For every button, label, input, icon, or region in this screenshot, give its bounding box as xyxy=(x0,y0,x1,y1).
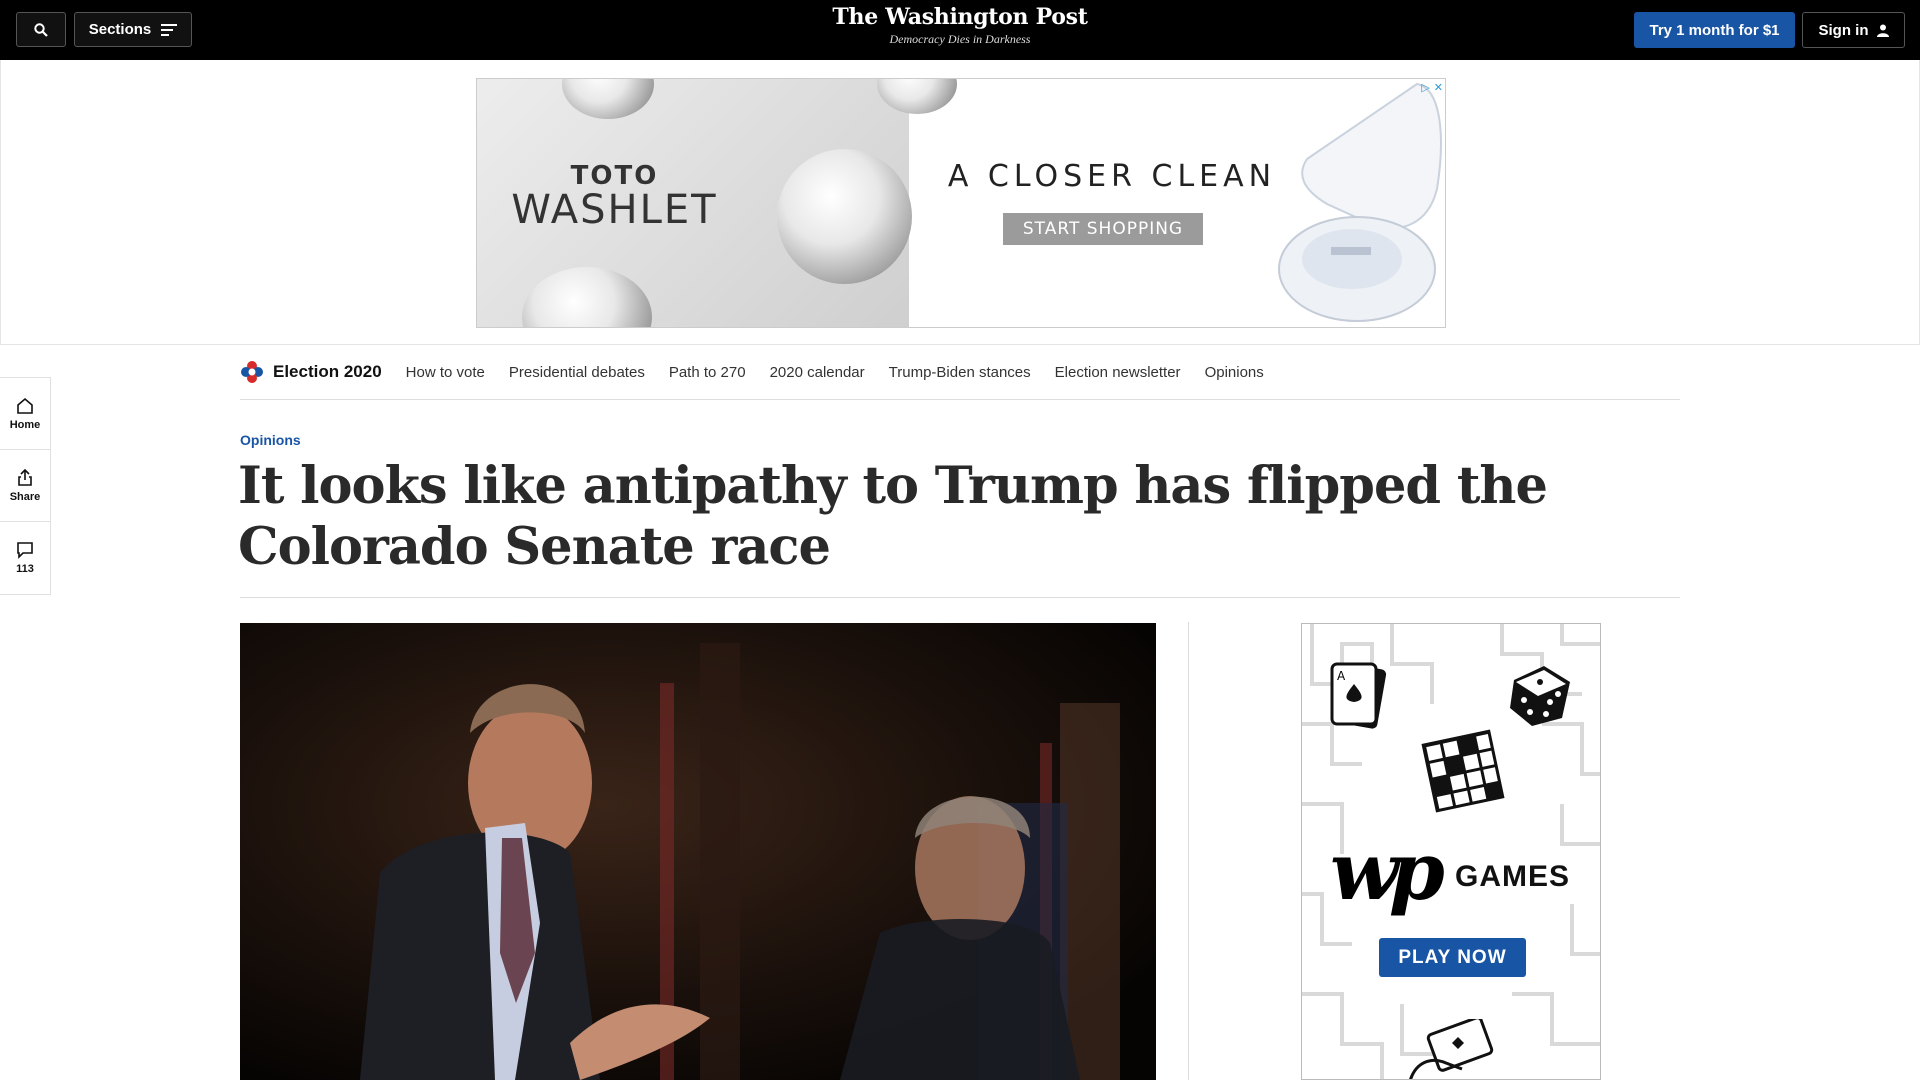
comments-rail-button[interactable]: 113 xyxy=(0,522,50,594)
nav-link-how-to-vote[interactable]: How to vote xyxy=(406,364,485,381)
comments-count: 113 xyxy=(16,563,34,575)
home-label: Home xyxy=(9,418,41,431)
brand-tagline: Democracy Dies in Darkness xyxy=(889,32,1031,46)
share-rail-button[interactable]: Share xyxy=(0,450,50,522)
sections-label: Sections xyxy=(88,21,152,38)
article-side-rail: Home Share 113 xyxy=(0,377,51,595)
wp-games-advertisement[interactable]: A wp GAMES PLAY NOW xyxy=(1301,623,1601,1080)
share-icon xyxy=(18,468,32,486)
nav-link-path-to-270[interactable]: Path to 270 xyxy=(669,364,746,381)
svg-text:A: A xyxy=(1337,669,1346,683)
article-lead-photo[interactable] xyxy=(240,623,1156,1080)
ad-choices-close[interactable]: ▷ ✕ xyxy=(1413,81,1443,95)
comment-icon xyxy=(17,542,33,559)
dice-icon xyxy=(1510,666,1570,726)
top-navigation-bar: Sections The Washington Post Democracy D… xyxy=(0,0,1920,60)
ad-brand-main: WASHLET xyxy=(511,187,718,233)
menu-icon xyxy=(161,23,178,36)
election-star-icon xyxy=(241,361,263,383)
column-divider xyxy=(1188,622,1189,1080)
toto-advertisement[interactable]: TOTO WASHLET A CLOSER CLEAN START SHOPPI… xyxy=(476,78,1446,328)
playing-cards-icon: A xyxy=(1330,662,1387,729)
close-icon[interactable]: ✕ xyxy=(1434,81,1443,95)
election-2020-title[interactable]: Election 2020 xyxy=(273,362,382,382)
user-icon xyxy=(1876,24,1889,37)
ad-headline: A CLOSER CLEAN xyxy=(947,159,1277,194)
ad-water-drops-image: TOTO WASHLET xyxy=(477,79,957,327)
nav-link-2020-calendar[interactable]: 2020 calendar xyxy=(770,364,865,381)
brand-name: The Washington Post xyxy=(832,4,1088,30)
sign-in-label: Sign in xyxy=(1818,21,1869,39)
crossword-icon xyxy=(1421,729,1505,813)
nav-link-opinions[interactable]: Opinions xyxy=(1205,364,1264,381)
play-now-button[interactable]: PLAY NOW xyxy=(1379,938,1526,977)
section-kicker[interactable]: Opinions xyxy=(240,432,301,448)
wp-monogram-logo: wp xyxy=(1330,824,1445,918)
nav-link-trump-biden-stances[interactable]: Trump-Biden stances xyxy=(889,364,1031,381)
site-logo[interactable]: The Washington Post Democracy Dies in Da… xyxy=(760,4,1160,47)
home-rail-button[interactable]: Home xyxy=(0,378,50,450)
election-subnav: Election 2020 How to vote Presidential d… xyxy=(240,345,1680,400)
search-icon xyxy=(34,22,48,37)
toilet-seat-image xyxy=(1278,82,1442,322)
nav-link-presidential-debates[interactable]: Presidential debates xyxy=(509,364,645,381)
article-headline: It looks like antipathy to Trump has fli… xyxy=(238,456,1548,577)
hand-card-icon xyxy=(1409,1019,1494,1079)
debate-photo-illustration xyxy=(240,623,1156,1080)
share-label: Share xyxy=(9,490,41,503)
advertisement-container: TOTO WASHLET A CLOSER CLEAN START SHOPPI… xyxy=(0,60,1920,345)
search-button[interactable] xyxy=(16,12,66,47)
ad-cta-button[interactable]: START SHOPPING xyxy=(1003,213,1203,245)
ad-choices-icon[interactable]: ▷ xyxy=(1421,81,1429,95)
home-icon xyxy=(17,397,33,414)
subscribe-trial-button[interactable]: Try 1 month for $1 xyxy=(1634,12,1795,48)
games-wordmark: GAMES xyxy=(1455,860,1571,893)
headline-divider xyxy=(240,597,1680,598)
sections-menu-button[interactable]: Sections xyxy=(74,12,192,47)
sign-in-button[interactable]: Sign in xyxy=(1802,12,1905,48)
nav-link-election-newsletter[interactable]: Election newsletter xyxy=(1055,364,1181,381)
